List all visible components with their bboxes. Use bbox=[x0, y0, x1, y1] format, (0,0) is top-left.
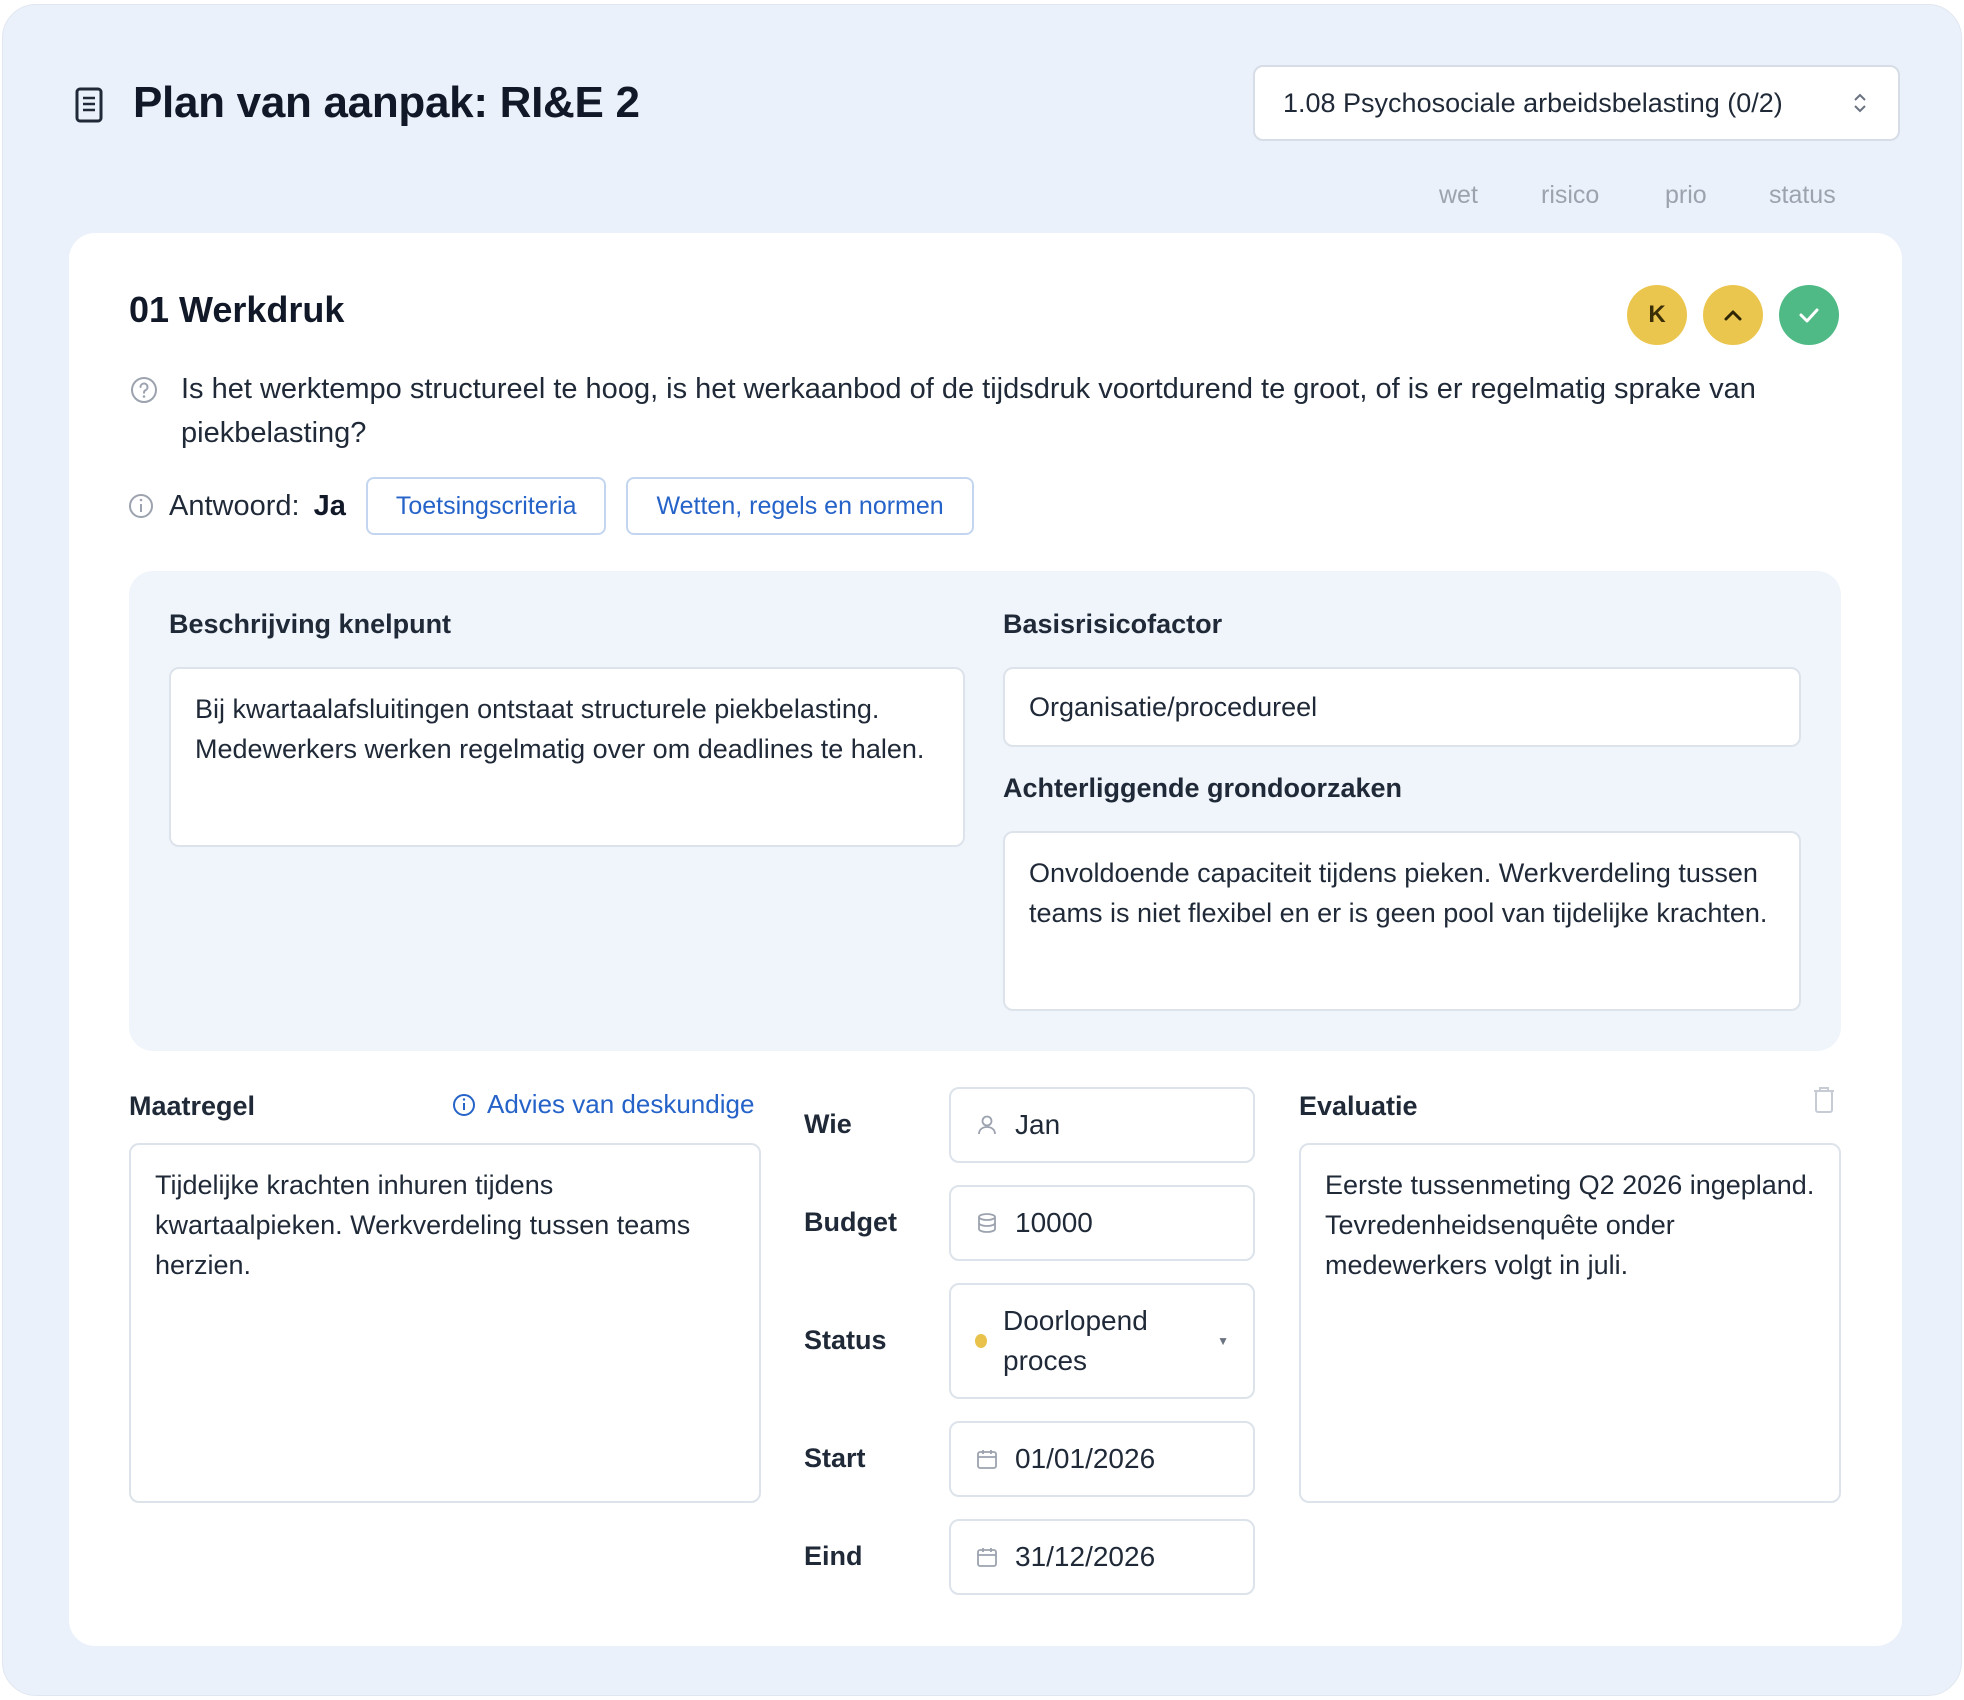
start-date-input[interactable]: 01/01/2026 bbox=[949, 1421, 1255, 1497]
description-label: Beschrijving knelpunt bbox=[169, 609, 452, 639]
item-question: Is het werktempo structureel te hoog, is… bbox=[181, 373, 1756, 449]
answer-label: Antwoord: bbox=[169, 489, 300, 522]
section-select-value: 1.08 Psychosociale arbeidsbelasting (0/2… bbox=[1283, 87, 1783, 118]
document-icon bbox=[75, 87, 103, 123]
calendar-icon bbox=[977, 1548, 997, 1567]
column-labels: wet risico prio status bbox=[3, 181, 1961, 221]
who-input[interactable]: Jan bbox=[949, 1087, 1255, 1163]
column-label-status: status bbox=[1769, 181, 1836, 209]
coins-icon bbox=[978, 1213, 996, 1233]
user-icon bbox=[978, 1115, 996, 1135]
info-icon bbox=[129, 494, 153, 518]
page-background: Plan van aanpak: RI&E 2 1.08 Psychosocia… bbox=[2, 4, 1962, 1696]
answer-value: Ja bbox=[313, 489, 346, 522]
status-dot bbox=[975, 1334, 987, 1348]
wet-badge-label: K bbox=[1648, 301, 1666, 328]
evaluatie-textarea[interactable]: Eerste tussenmeting Q2 2026 ingepland. T… bbox=[1299, 1143, 1841, 1503]
end-label: Eind bbox=[804, 1541, 863, 1571]
risk-item-card: 01 Werkdruk K Is het werktempo structure… bbox=[69, 233, 1902, 1646]
advies-link-label: Advies van deskundige bbox=[487, 1089, 755, 1119]
chevron-up-down-icon bbox=[1854, 93, 1866, 113]
chevron-up-icon bbox=[1724, 310, 1742, 321]
maatregel-label: Maatregel bbox=[129, 1091, 256, 1121]
who-value: Jan bbox=[1015, 1109, 1061, 1140]
column-label-wet: wet bbox=[1439, 181, 1478, 209]
budget-label: Budget bbox=[804, 1207, 897, 1237]
status-value: Doorlopend proces bbox=[1003, 1305, 1148, 1376]
toetsingscriteria-button[interactable]: Toetsingscriteria bbox=[365, 477, 607, 535]
end-value: 31/12/2026 bbox=[1015, 1541, 1156, 1572]
risico-badge[interactable] bbox=[1703, 285, 1763, 345]
start-value: 01/01/2026 bbox=[1015, 1443, 1156, 1474]
column-label-risico: risico bbox=[1541, 181, 1600, 209]
check-icon bbox=[1799, 308, 1819, 323]
page-title: Plan van aanpak: RI&E 2 bbox=[133, 78, 640, 127]
wet-badge[interactable]: K bbox=[1627, 285, 1687, 345]
info-icon bbox=[453, 1093, 475, 1116]
advies-link[interactable]: Advies van deskundige bbox=[451, 1089, 754, 1120]
risk-factor-select[interactable]: Organisatie/procedureel bbox=[1003, 667, 1801, 747]
section-select[interactable]: 1.08 Psychosociale arbeidsbelasting (0/2… bbox=[1253, 65, 1900, 141]
root-causes-textarea[interactable]: Onvoldoende capaciteit tijdens pieken. W… bbox=[1003, 831, 1801, 1011]
answer-row: Antwoord: Ja Toetsingscriteria Wetten, r… bbox=[127, 477, 994, 535]
root-causes-label: Achterliggende grondoorzaken bbox=[1003, 773, 1403, 803]
column-label-prio: prio bbox=[1665, 181, 1707, 209]
status-label: Status bbox=[804, 1325, 887, 1355]
wetten-regels-normen-button[interactable]: Wetten, regels en normen bbox=[626, 477, 974, 535]
caret-down-icon: ▼ bbox=[1217, 1334, 1229, 1348]
status-select[interactable]: Doorlopend proces ▼ bbox=[949, 1283, 1255, 1399]
calendar-icon bbox=[977, 1450, 997, 1469]
evaluatie-label: Evaluatie bbox=[1299, 1091, 1418, 1121]
start-label: Start bbox=[804, 1443, 866, 1473]
end-date-input[interactable]: 31/12/2026 bbox=[949, 1519, 1255, 1595]
risk-factor-label: Basisrisicofactor bbox=[1003, 609, 1223, 639]
question-circle-icon bbox=[131, 377, 157, 403]
knelpunt-panel: Beschrijving knelpunt Bij kwartaalafslui… bbox=[129, 571, 1841, 1051]
maatregel-textarea[interactable]: Tijdelijke krachten inhuren tijdens kwar… bbox=[129, 1143, 761, 1503]
description-textarea[interactable]: Bij kwartaalafsluitingen ontstaat struct… bbox=[169, 667, 965, 847]
trash-icon[interactable] bbox=[1811, 1085, 1837, 1115]
status-badge[interactable] bbox=[1779, 285, 1839, 345]
item-title: 01 Werkdruk bbox=[129, 289, 345, 330]
budget-input[interactable]: 10000 bbox=[949, 1185, 1255, 1261]
budget-value: 10000 bbox=[1015, 1207, 1093, 1238]
who-label: Wie bbox=[804, 1109, 852, 1139]
